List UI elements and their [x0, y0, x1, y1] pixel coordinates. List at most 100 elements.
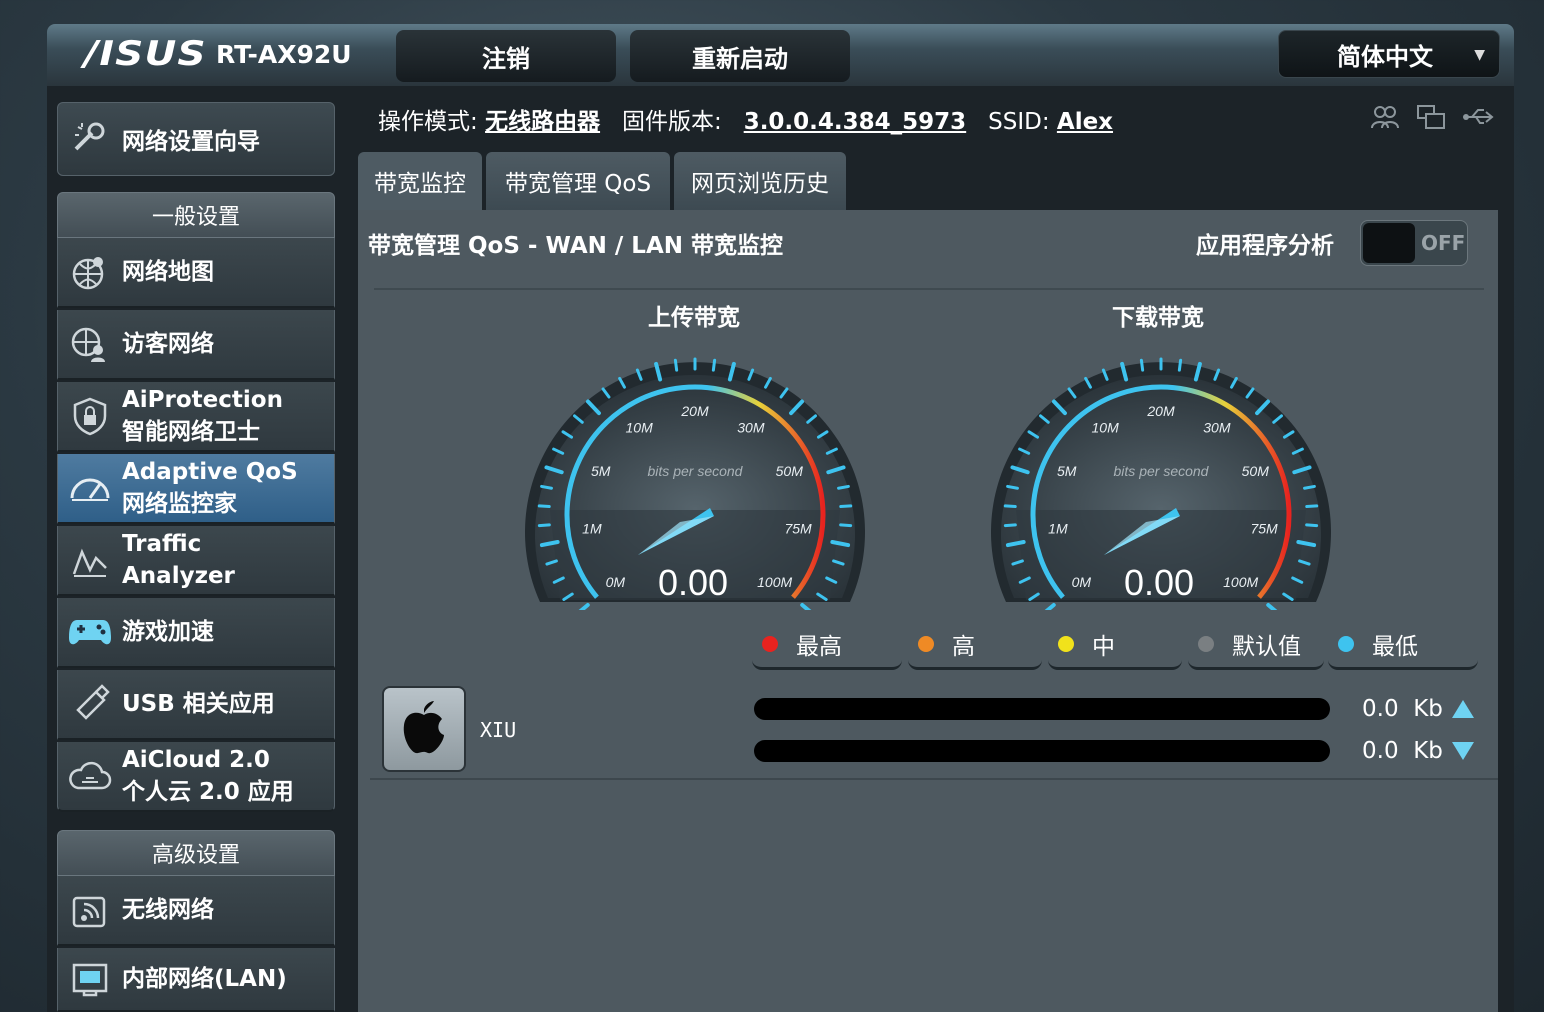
usb-icon: [58, 670, 122, 738]
sidebar-item-label: 游戏加速: [122, 619, 214, 645]
gauge-tick: [537, 504, 551, 509]
gauge-tick-label: 75M: [1250, 521, 1278, 537]
shield-lock-icon: [58, 382, 122, 450]
sidebar-item-label: 内部网络(LAN): [122, 966, 287, 992]
upload-arrow-icon: [1452, 700, 1474, 718]
firmware-link[interactable]: 3.0.0.4.384_5973: [744, 109, 967, 135]
upload-gauge-title: 上传带宽: [648, 305, 740, 331]
sidebar-item-sublabel: 个人云 2.0 应用: [122, 779, 294, 805]
legend-label: 最高: [796, 633, 842, 660]
gauge-tick-label: 100M: [1223, 574, 1258, 590]
gamepad-icon: [58, 598, 122, 666]
legend-label: 最低: [1372, 633, 1418, 660]
tab-web-history[interactable]: 网页浏览历史: [674, 152, 846, 210]
mode-label: 操作模式:: [378, 109, 478, 135]
gauge-tick: [1139, 358, 1145, 372]
gauge-unit-label: bits per second: [648, 463, 744, 479]
upload-gauge: 0M 1M 5M 10M 20M 30M 50M 75M 100M bits per second…: [525, 357, 865, 610]
gauge-tick-label: 10M: [626, 419, 654, 435]
gauge-tick: [839, 523, 853, 528]
download-bar: [754, 740, 1330, 762]
advanced-settings-header: 高级设置: [57, 830, 335, 876]
sidebar-item-aicloud[interactable]: AiCloud 2.0 个人云 2.0 应用: [57, 742, 335, 812]
gauge-tick-label: 75M: [784, 521, 812, 537]
gauge-tick-label: 0M: [1072, 574, 1092, 590]
device-icon-button[interactable]: [382, 686, 466, 772]
gauge-tick-label: 20M: [680, 403, 709, 419]
gauge-tick-label: 30M: [737, 419, 765, 435]
device-name: XIU: [480, 718, 517, 742]
mode-link[interactable]: 无线路由器: [485, 109, 600, 135]
gauge-value: 0.00: [1124, 562, 1194, 603]
legend-item-default: 默认值: [1188, 620, 1324, 670]
logout-button[interactable]: 注销: [396, 30, 616, 82]
wizard-label: 网络设置向导: [122, 129, 260, 155]
usb-status-icon[interactable]: [1462, 104, 1496, 134]
sidebar-item-wireless[interactable]: 无线网络: [57, 876, 335, 946]
divider: [374, 288, 1484, 290]
sidebar-item-adaptive-qos[interactable]: Adaptive QoS 网络监控家: [57, 454, 335, 524]
legend-dot: [762, 635, 778, 652]
devices-icon[interactable]: [1416, 104, 1446, 134]
app-analysis-label: 应用程序分析: [1196, 233, 1334, 259]
upload-rate-value: 0.0: [1362, 696, 1399, 722]
sidebar-item-sublabel: 智能网络卫士: [122, 419, 260, 445]
ssid-link[interactable]: Alex: [1057, 109, 1113, 135]
upload-rate: 0.0 Kb: [1362, 696, 1443, 722]
lan-port-icon: [58, 948, 122, 1010]
legend-label: 中: [1092, 633, 1115, 660]
tab-bandwidth-monitor[interactable]: 带宽监控: [358, 152, 482, 210]
globe-pin-icon: [58, 238, 122, 306]
gauge-tick: [1044, 602, 1056, 610]
gauge-tick-label: 50M: [776, 463, 804, 479]
gauge-tick-label: 100M: [757, 574, 792, 590]
gauge-tick: [540, 484, 553, 490]
setup-wizard-button[interactable]: 网络设置向导: [57, 102, 335, 176]
gauge-tick-label: 1M: [1048, 521, 1068, 537]
app-analysis-toggle[interactable]: OFF: [1360, 220, 1468, 266]
download-arrow-icon: [1452, 742, 1474, 760]
gauge-tick-label: 30M: [1203, 419, 1231, 435]
gauge-tick: [1305, 504, 1319, 509]
gauge-tick: [837, 484, 850, 490]
tab-qos[interactable]: 带宽管理 QoS: [486, 152, 670, 210]
gauge-tick-label: 5M: [1057, 463, 1077, 479]
gauge-unit-label: bits per second: [1114, 463, 1210, 479]
language-value: 简体中文: [1337, 42, 1433, 71]
download-rate: 0.0 Kb: [1362, 738, 1443, 764]
sidebar-item-label: USB 相关应用: [122, 691, 275, 717]
sidebar-item-label: Adaptive QoS: [122, 459, 298, 485]
gauge-tick-label: 5M: [591, 463, 611, 479]
sidebar-item-network-map[interactable]: 网络地图: [57, 238, 335, 308]
sidebar-item-lan[interactable]: 内部网络(LAN): [57, 948, 335, 1012]
asus-logo: /ISUS: [84, 34, 207, 74]
gauge-tick: [1303, 484, 1316, 490]
sidebar-item-aiprotection[interactable]: AiProtection 智能网络卫士: [57, 382, 335, 452]
sidebar-item-game-boost[interactable]: 游戏加速: [57, 598, 335, 668]
gauge-tick: [578, 602, 590, 610]
legend-dot: [1338, 635, 1354, 652]
gauge-tick-label: 0M: [606, 574, 626, 590]
globe-users-icon: [58, 310, 122, 378]
legend-label: 高: [952, 633, 975, 660]
status-info-bar: 操作模式: 无线路由器 固件版本: 3.0.0.4.384_5973 SSID:…: [378, 102, 1113, 136]
sidebar-item-label: AiCloud 2.0: [122, 747, 270, 773]
gauge-tick-label: 1M: [582, 521, 602, 537]
legend-item-lowest: 最低: [1328, 620, 1478, 670]
gauge-tick: [673, 358, 679, 372]
reboot-button[interactable]: 重新启动: [630, 30, 850, 82]
wizard-icon: [58, 119, 122, 159]
sidebar-item-usb-apps[interactable]: USB 相关应用: [57, 670, 335, 740]
gauge-tick: [1003, 523, 1017, 528]
sidebar-item-traffic-analyzer[interactable]: Traffic Analyzer: [57, 526, 335, 596]
toggle-state: OFF: [1421, 231, 1466, 255]
clients-icon[interactable]: [1370, 104, 1400, 134]
upload-rate-unit: Kb: [1413, 696, 1443, 722]
toggle-knob: [1363, 223, 1415, 263]
firmware-label: 固件版本:: [622, 109, 722, 135]
sidebar-item-guest-network[interactable]: 访客网络: [57, 310, 335, 380]
gauge-tick: [1003, 504, 1017, 509]
language-select[interactable]: 简体中文 ▼: [1278, 30, 1500, 78]
ssid-label: SSID:: [988, 109, 1050, 135]
legend-item-medium: 中: [1048, 620, 1182, 670]
